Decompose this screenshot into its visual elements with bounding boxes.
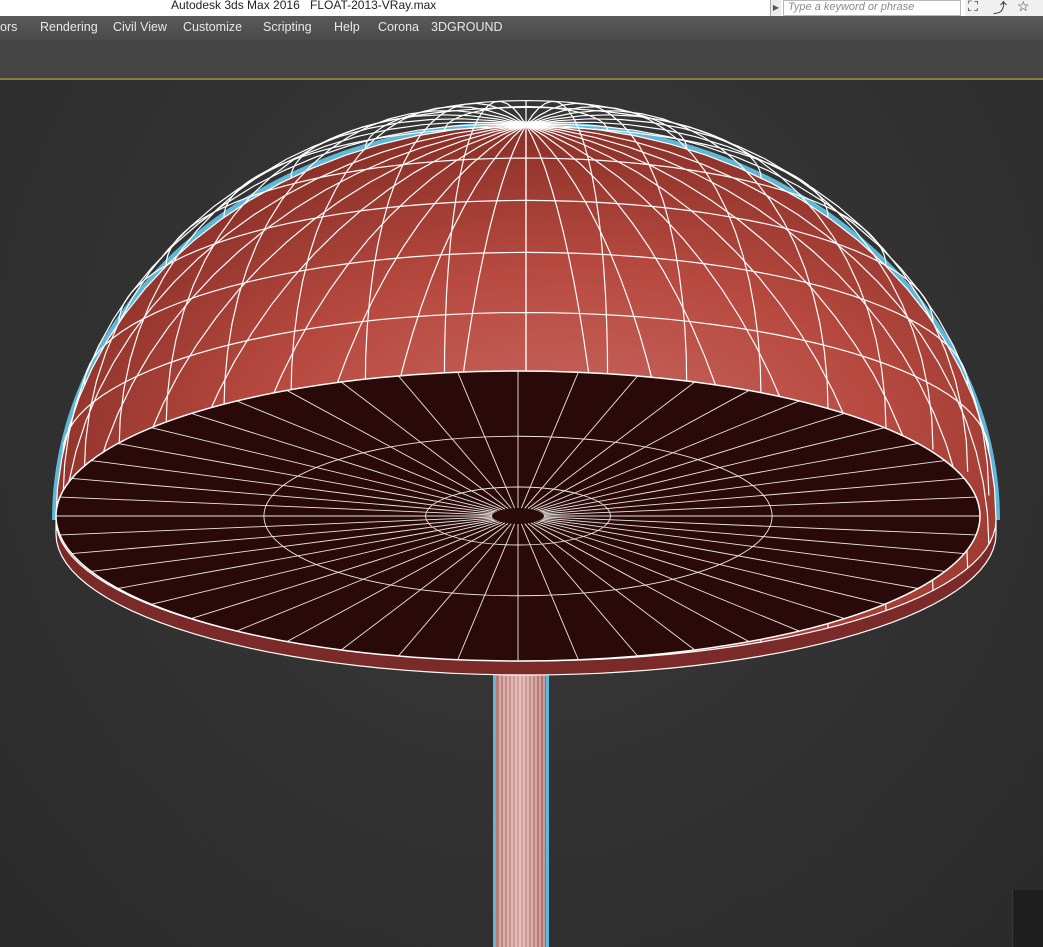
menu-item-help[interactable]: Help (334, 20, 360, 34)
menu-item-rendering[interactable]: Rendering (40, 20, 98, 34)
file-title: FLOAT-2013-VRay.max (310, 0, 437, 12)
menu-item-scripting[interactable]: Scripting (263, 20, 312, 34)
perspective-viewport[interactable] (0, 80, 1043, 947)
viewcube-corner-widget[interactable] (1012, 890, 1043, 947)
search-expand-arrow-icon[interactable]: ▶ (770, 0, 781, 16)
menu-bar: ors Rendering Civil View Customize Scrip… (0, 16, 1043, 40)
search-input[interactable]: Type a keyword or phrase (783, 0, 961, 16)
menu-item-3dground[interactable]: 3DGROUND (431, 20, 503, 34)
star-icon[interactable]: ☆ (1017, 0, 1030, 15)
menu-item-customize[interactable]: Customize (183, 20, 242, 34)
binoculars-icon[interactable]: ⛶ (968, 0, 978, 15)
mushroom-lamp-wireframe[interactable] (0, 80, 1043, 947)
menu-item-animation-editors[interactable]: ors (0, 20, 17, 34)
title-bar: Autodesk 3ds Max 2016 FLOAT-2013-VRay.ma… (0, 0, 1043, 16)
title-icon-group: ⛶ ⤴ ☆ (965, 0, 1043, 16)
menu-item-civil-view[interactable]: Civil View (113, 20, 167, 34)
menu-item-corona[interactable]: Corona (378, 20, 419, 34)
lamp-shade[interactable] (52, 99, 1000, 676)
main-toolbar (0, 40, 1043, 78)
app-title: Autodesk 3ds Max 2016 (171, 0, 300, 12)
